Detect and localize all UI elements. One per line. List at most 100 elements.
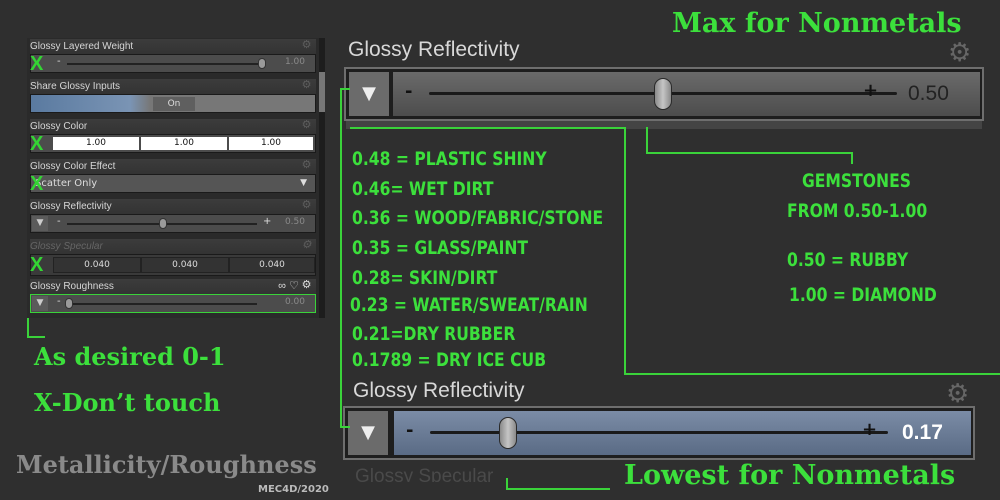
glossy-roughness-label: Glossy Roughness ∞ ♡ ⚙ <box>30 279 316 294</box>
glossy-color-g[interactable]: 1.00 <box>141 137 227 150</box>
dont-touch-x-mark: X <box>30 133 44 155</box>
dropdown-triangle-icon[interactable]: ▼ <box>32 216 48 231</box>
minus-icon[interactable]: - <box>57 216 61 227</box>
as-desired-note: As desired 0-1 <box>34 342 226 371</box>
glossy-layered-weight-label-text: Glossy Layered Weight <box>30 41 134 52</box>
dropdown-triangle-icon[interactable]: ▼ <box>32 296 48 311</box>
glossy-reflectivity-slider[interactable]: ▼ - + 0.50 <box>30 214 316 233</box>
preset-water: 0.23 = WATER/SWEAT/RAIN <box>350 294 588 316</box>
preset-ice: 0.1789 = DRY ICE CUB <box>352 349 547 371</box>
slider-knob[interactable] <box>65 298 73 309</box>
minus-icon[interactable]: - <box>57 296 61 307</box>
leader-line <box>646 127 648 154</box>
gear-icon[interactable]: ⚙ <box>301 200 312 211</box>
gemstones-heading: GEMSTONES <box>802 170 911 192</box>
minus-icon[interactable]: - <box>405 81 412 102</box>
next-param-label: Glossy Specular <box>355 466 494 482</box>
share-glossy-inputs-label-text: Share Glossy Inputs <box>30 81 121 92</box>
dropdown-triangle-icon[interactable]: ▼ <box>349 72 389 116</box>
minus-icon[interactable]: - <box>57 56 61 67</box>
glossy-color-effect-label-text: Glossy Color Effect <box>30 161 116 172</box>
gear-icon[interactable]: ⚙ <box>301 240 312 251</box>
glossy-color-r[interactable]: 1.00 <box>53 137 139 150</box>
big-slider-top[interactable]: ▼ - + 0.50 <box>344 67 984 121</box>
glossy-roughness-slider[interactable]: ▼ - 0.00 <box>30 294 316 313</box>
glossy-specular-label: Glossy Specular ⚙ <box>30 239 316 254</box>
leader-line <box>340 426 350 428</box>
glossy-reflectivity-label-text: Glossy Reflectivity <box>30 201 112 212</box>
leader-line <box>506 488 610 490</box>
gear-icon[interactable]: ⚙ <box>301 120 312 131</box>
slider-knob[interactable] <box>498 417 517 449</box>
slider-body[interactable]: - + 0.50 <box>393 72 980 116</box>
gemstones-range: FROM 0.50-1.00 <box>787 200 928 222</box>
gear-icon[interactable]: ⚙ <box>301 40 312 51</box>
share-glossy-inputs-toggle[interactable]: On <box>30 94 316 113</box>
leader-line <box>350 127 625 129</box>
leader-line <box>27 336 45 338</box>
slider-value[interactable]: 1.00 <box>285 57 305 67</box>
panel-scrollbar[interactable] <box>319 38 325 318</box>
slider-value[interactable]: 0.50 <box>908 82 949 106</box>
glossy-layered-weight-label: Glossy Layered Weight ⚙ <box>30 39 316 54</box>
gear-icon[interactable]: ⚙ <box>948 40 971 66</box>
leader-line <box>340 88 342 428</box>
slider-knob[interactable] <box>159 218 167 229</box>
slider-value[interactable]: 0.17 <box>902 421 943 445</box>
gem-ruby: 0.50 = RUBBY <box>787 249 909 271</box>
slider-value[interactable]: 0.00 <box>285 297 305 307</box>
preset-plastic: 0.48 = PLASTIC SHINY <box>352 148 547 170</box>
plus-icon[interactable]: + <box>263 216 271 227</box>
dropdown-selected[interactable]: Scatter Only <box>35 178 97 189</box>
slider-value[interactable]: 0.50 <box>285 217 305 227</box>
leader-line <box>27 318 29 338</box>
slider-knob[interactable] <box>258 58 266 69</box>
gear-icon[interactable]: ⚙ <box>301 80 312 91</box>
scrollbar-thumb[interactable] <box>319 72 325 112</box>
big-slider-bottom-title: Glossy Reflectivity <box>353 379 525 402</box>
dont-touch-x-mark: X <box>30 173 44 195</box>
dropdown-triangle-icon[interactable]: ▼ <box>348 411 388 455</box>
glossy-specular-label-text: Glossy Specular <box>30 241 103 252</box>
preset-skin: 0.28= SKIN/DIRT <box>352 267 498 289</box>
big-slider-bottom[interactable]: ▼ - + 0.17 <box>343 406 975 460</box>
parameter-panel: Glossy Layered Weight ⚙ - 1.00 X Share G… <box>27 38 319 318</box>
credit-text: MEC4D/2020 <box>258 484 329 495</box>
glossy-specular-fields: 0.040 0.040 0.040 <box>30 254 316 276</box>
plus-icon[interactable]: + <box>863 80 878 101</box>
glossy-color-label: Glossy Color ⚙ <box>30 119 316 134</box>
glossy-roughness-label-text: Glossy Roughness <box>30 281 114 292</box>
plus-icon[interactable]: + <box>862 419 877 440</box>
gear-icon[interactable]: ⚙ <box>301 160 312 171</box>
preset-wood: 0.36 = WOOD/FABRIC/STONE <box>352 207 604 229</box>
slider-body[interactable]: - + 0.17 <box>394 411 971 455</box>
gear-icon[interactable]: ⚙ <box>946 381 969 407</box>
glossy-color-effect-label: Glossy Color Effect ⚙ <box>30 159 316 174</box>
glossy-color-fields: 1.00 1.00 1.00 <box>30 134 316 153</box>
preset-glass: 0.35 = GLASS/PAINT <box>352 237 529 259</box>
glossy-color-effect-dropdown[interactable]: Scatter Only ▼ <box>30 174 316 193</box>
toggle-state[interactable]: On <box>153 97 195 111</box>
leader-line <box>646 152 852 154</box>
lowest-nonmetals-note: Lowest for Nonmetals <box>624 460 956 491</box>
slider-track[interactable] <box>67 303 257 305</box>
glossy-specular-g[interactable]: 0.040 <box>141 257 229 273</box>
glossy-specular-r[interactable]: 0.040 <box>53 257 141 273</box>
glossy-reflectivity-label: Glossy Reflectivity ⚙ <box>30 199 316 214</box>
leader-line <box>624 373 1000 375</box>
slider-track[interactable] <box>67 63 263 65</box>
gear-icon[interactable]: ⚙ <box>301 280 312 291</box>
dont-touch-x-mark: X <box>30 254 44 276</box>
slider-knob[interactable] <box>654 78 672 110</box>
dont-touch-x-mark: X <box>30 53 44 75</box>
leader-line <box>851 152 853 164</box>
max-nonmetals-note: Max for Nonmetals <box>672 8 962 39</box>
glossy-specular-b[interactable]: 0.040 <box>229 257 315 273</box>
glossy-color-b[interactable]: 1.00 <box>229 137 313 150</box>
heart-icon[interactable]: ♡ <box>289 279 299 294</box>
glossy-layered-weight-slider[interactable]: - 1.00 <box>30 54 316 73</box>
link-icon[interactable]: ∞ <box>278 279 286 294</box>
minus-icon[interactable]: - <box>406 420 413 441</box>
big-slider-top-title: Glossy Reflectivity <box>348 38 520 61</box>
chevron-down-icon[interactable]: ▼ <box>300 178 307 188</box>
